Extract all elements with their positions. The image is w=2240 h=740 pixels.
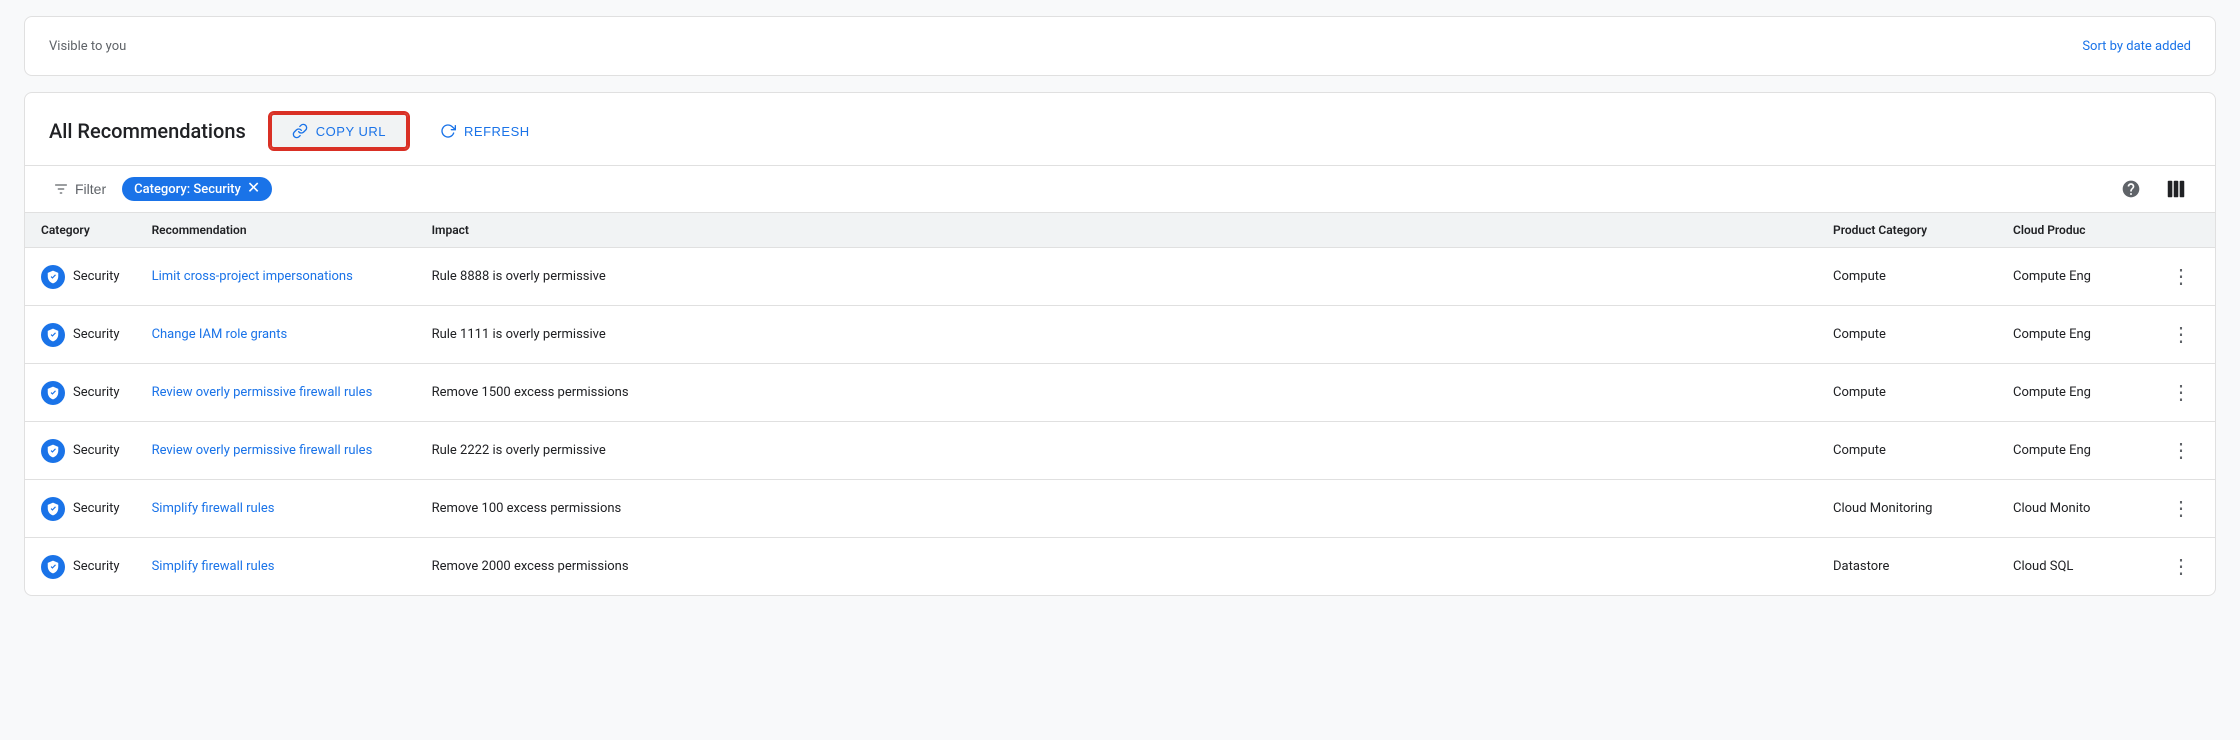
category-cell: Security bbox=[25, 248, 136, 306]
recommendation-link[interactable]: Simplify firewall rules bbox=[152, 501, 275, 516]
refresh-icon bbox=[440, 123, 456, 139]
col-header-impact: Impact bbox=[416, 213, 1817, 248]
filter-bar: Filter Category: Security ✕ bbox=[25, 165, 2215, 213]
chip-label: Category: Security bbox=[134, 182, 241, 197]
cloud-product-cell: Compute Eng bbox=[1997, 248, 2147, 306]
help-icon bbox=[2121, 179, 2141, 199]
category-label: Security bbox=[73, 443, 120, 458]
category-cell: Security bbox=[25, 538, 136, 596]
impact-cell: Remove 2000 excess permissions bbox=[416, 538, 1817, 596]
more-actions-cell[interactable]: ⋮ bbox=[2147, 364, 2215, 422]
more-actions-button[interactable]: ⋮ bbox=[2163, 550, 2199, 583]
copy-url-button[interactable]: COPY URL bbox=[270, 113, 408, 149]
table-row: Security Limit cross-project impersonati… bbox=[25, 248, 2215, 306]
refresh-label: REFRESH bbox=[464, 124, 530, 139]
link-icon bbox=[292, 123, 308, 139]
columns-button[interactable] bbox=[2161, 174, 2191, 204]
category-label: Security bbox=[73, 501, 120, 516]
impact-cell: Rule 8888 is overly permissive bbox=[416, 248, 1817, 306]
impact-cell: Remove 100 excess permissions bbox=[416, 480, 1817, 538]
cloud-product-cell: Cloud Monito bbox=[1997, 480, 2147, 538]
col-header-more bbox=[2147, 213, 2215, 248]
security-icon bbox=[41, 265, 65, 289]
recommendation-link[interactable]: Change IAM role grants bbox=[152, 327, 288, 342]
recommendation-link[interactable]: Simplify firewall rules bbox=[152, 559, 275, 574]
table-body: Security Limit cross-project impersonati… bbox=[25, 248, 2215, 596]
sort-by-date-link[interactable]: Sort by date added bbox=[2082, 39, 2191, 54]
cloud-product-cell: Compute Eng bbox=[1997, 306, 2147, 364]
section-title: All Recommendations bbox=[49, 119, 246, 143]
table-row: Security Change IAM role grants Rule 1111… bbox=[25, 306, 2215, 364]
col-header-product-category: Product Category bbox=[1817, 213, 1997, 248]
security-icon bbox=[41, 439, 65, 463]
category-label: Security bbox=[73, 559, 120, 574]
cloud-product-cell: Compute Eng bbox=[1997, 364, 2147, 422]
more-actions-cell[interactable]: ⋮ bbox=[2147, 480, 2215, 538]
category-label: Security bbox=[73, 269, 120, 284]
product-category-cell: Datastore bbox=[1817, 538, 1997, 596]
more-actions-cell[interactable]: ⋮ bbox=[2147, 306, 2215, 364]
more-actions-cell[interactable]: ⋮ bbox=[2147, 422, 2215, 480]
recommendations-section: All Recommendations COPY URL REFRESH bbox=[24, 92, 2216, 596]
col-header-category: Category bbox=[25, 213, 136, 248]
recommendation-cell[interactable]: Simplify firewall rules bbox=[136, 480, 416, 538]
recommendation-cell[interactable]: Change IAM role grants bbox=[136, 306, 416, 364]
recommendation-cell[interactable]: Limit cross-project impersonations bbox=[136, 248, 416, 306]
product-category-cell: Compute bbox=[1817, 422, 1997, 480]
more-actions-button[interactable]: ⋮ bbox=[2163, 260, 2199, 293]
more-actions-cell[interactable]: ⋮ bbox=[2147, 538, 2215, 596]
category-cell: Security bbox=[25, 422, 136, 480]
category-cell: Security bbox=[25, 364, 136, 422]
more-actions-cell[interactable]: ⋮ bbox=[2147, 248, 2215, 306]
security-icon bbox=[41, 323, 65, 347]
product-category-cell: Compute bbox=[1817, 248, 1997, 306]
filter-icon bbox=[53, 181, 69, 197]
columns-icon bbox=[2165, 178, 2187, 200]
cloud-product-cell: Compute Eng bbox=[1997, 422, 2147, 480]
col-header-recommendation: Recommendation bbox=[136, 213, 416, 248]
product-category-cell: Cloud Monitoring bbox=[1817, 480, 1997, 538]
impact-cell: Remove 1500 excess permissions bbox=[416, 364, 1817, 422]
col-header-cloud-product: Cloud Produc bbox=[1997, 213, 2147, 248]
security-icon bbox=[41, 497, 65, 521]
table-header: Category Recommendation Impact Product C… bbox=[25, 213, 2215, 248]
table-row: Security Review overly permissive firewa… bbox=[25, 422, 2215, 480]
table-row: Security Simplify firewall rules Remove 2… bbox=[25, 538, 2215, 596]
copy-url-label: COPY URL bbox=[316, 124, 386, 139]
product-category-cell: Compute bbox=[1817, 306, 1997, 364]
security-icon bbox=[41, 555, 65, 579]
table-row: Security Simplify firewall rules Remove 1… bbox=[25, 480, 2215, 538]
top-bar: Visible to you Sort by date added bbox=[24, 16, 2216, 76]
recommendation-link[interactable]: Review overly permissive firewall rules bbox=[152, 443, 373, 458]
category-cell: Security bbox=[25, 306, 136, 364]
recommendation-cell[interactable]: Review overly permissive firewall rules bbox=[136, 364, 416, 422]
more-actions-button[interactable]: ⋮ bbox=[2163, 434, 2199, 467]
help-button[interactable] bbox=[2117, 175, 2145, 203]
category-label: Security bbox=[73, 385, 120, 400]
refresh-button[interactable]: REFRESH bbox=[424, 115, 546, 147]
security-icon bbox=[41, 381, 65, 405]
cloud-product-cell: Cloud SQL bbox=[1997, 538, 2147, 596]
table-row: Security Review overly permissive firewa… bbox=[25, 364, 2215, 422]
section-header: All Recommendations COPY URL REFRESH bbox=[25, 93, 2215, 165]
category-cell: Security bbox=[25, 480, 136, 538]
impact-cell: Rule 1111 is overly permissive bbox=[416, 306, 1817, 364]
recommendation-link[interactable]: Review overly permissive firewall rules bbox=[152, 385, 373, 400]
recommendations-table: Category Recommendation Impact Product C… bbox=[25, 213, 2215, 595]
impact-cell: Rule 2222 is overly permissive bbox=[416, 422, 1817, 480]
recommendation-link[interactable]: Limit cross-project impersonations bbox=[152, 269, 353, 284]
product-category-cell: Compute bbox=[1817, 364, 1997, 422]
filter-button[interactable]: Filter bbox=[49, 177, 110, 201]
filter-bar-right bbox=[2117, 174, 2191, 204]
more-actions-button[interactable]: ⋮ bbox=[2163, 376, 2199, 409]
more-actions-button[interactable]: ⋮ bbox=[2163, 492, 2199, 525]
chip-close-button[interactable]: ✕ bbox=[247, 181, 260, 197]
category-label: Security bbox=[73, 327, 120, 342]
visible-label: Visible to you bbox=[49, 39, 126, 54]
category-security-chip[interactable]: Category: Security ✕ bbox=[122, 177, 272, 201]
more-actions-button[interactable]: ⋮ bbox=[2163, 318, 2199, 351]
filter-label: Filter bbox=[75, 181, 106, 197]
recommendation-cell[interactable]: Simplify firewall rules bbox=[136, 538, 416, 596]
recommendation-cell[interactable]: Review overly permissive firewall rules bbox=[136, 422, 416, 480]
